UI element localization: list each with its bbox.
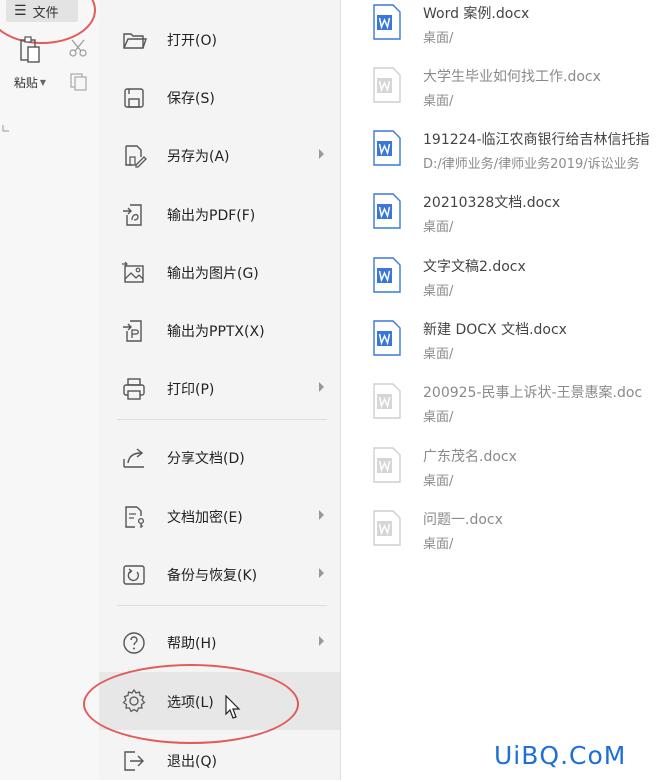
menu-item-share[interactable]: 分享文档(D) bbox=[99, 435, 340, 479]
export-image-icon bbox=[122, 261, 144, 283]
submenu-arrow-icon bbox=[319, 636, 324, 646]
word-doc-icon bbox=[373, 257, 401, 293]
menu-label-share: 分享文档(D) bbox=[167, 451, 245, 467]
menu-item-save[interactable]: 保存(S) bbox=[99, 75, 340, 119]
recent-file-name: 200925-民事上诉状-王景惠案.doc bbox=[423, 385, 643, 401]
print-icon bbox=[123, 378, 145, 400]
menu-label-save: 保存(S) bbox=[167, 91, 215, 107]
recent-file-item[interactable]: 广东茂名.docx 桌面/ bbox=[341, 445, 664, 505]
menu-item-export-pptx[interactable]: 输出为PPTX(X) bbox=[99, 308, 340, 352]
recent-files-list: Word 案例.docx 桌面/ 大学生毕业如何找工作.docx 桌面/ 191… bbox=[341, 0, 664, 780]
recent-file-item[interactable]: 大学生毕业如何找工作.docx 桌面/ bbox=[341, 65, 664, 125]
recent-file-name: 新建 DOCX 文档.docx bbox=[423, 322, 567, 338]
recent-file-item[interactable]: 文字文稿2.docx 桌面/ bbox=[341, 255, 664, 315]
menu-label-save-as: 另存为(A) bbox=[167, 149, 230, 165]
help-icon bbox=[123, 632, 145, 654]
submenu-arrow-icon bbox=[319, 382, 324, 392]
recent-file-name: 问题一.docx bbox=[423, 512, 503, 528]
menu-item-print[interactable]: 打印(P) bbox=[99, 366, 340, 410]
menu-label-backup: 备份与恢复(K) bbox=[167, 568, 258, 584]
recent-file-path: 桌面/ bbox=[423, 347, 454, 362]
recent-file-item[interactable]: 新建 DOCX 文档.docx 桌面/ bbox=[341, 318, 664, 378]
encrypt-icon bbox=[125, 506, 145, 528]
word-doc-faded-icon bbox=[373, 447, 401, 483]
recent-file-item[interactable]: 问题一.docx 桌面/ bbox=[341, 508, 664, 568]
word-doc-icon bbox=[373, 320, 401, 356]
file-dropdown-menu: 打开(O) 保存(S) 另存为(A) 输出为PDF(F) 输出为图片(G) 输出… bbox=[99, 0, 341, 780]
submenu-arrow-icon bbox=[319, 510, 324, 520]
export-pptx-icon bbox=[123, 320, 142, 342]
recent-file-name: 广东茂名.docx bbox=[423, 449, 517, 465]
menu-label-export-pptx: 输出为PPTX(X) bbox=[167, 324, 265, 340]
word-doc-faded-icon bbox=[373, 67, 401, 103]
menu-item-help[interactable]: 帮助(H) bbox=[99, 620, 340, 664]
recent-file-name: 191224-临江农商银行给吉林信托指 bbox=[423, 132, 650, 148]
menu-label-open: 打开(O) bbox=[167, 33, 217, 49]
menu-label-encrypt: 文档加密(E) bbox=[167, 510, 243, 526]
word-doc-icon bbox=[373, 130, 401, 166]
recent-file-item[interactable]: 200925-民事上诉状-王景惠案.doc 桌面/ bbox=[341, 381, 664, 441]
menu-label-exit: 退出(Q) bbox=[167, 754, 217, 770]
export-pdf-icon bbox=[123, 204, 142, 226]
corner-mark-icon bbox=[2, 125, 9, 132]
word-doc-icon bbox=[373, 4, 401, 40]
word-doc-faded-icon bbox=[373, 510, 401, 546]
folder-open-icon bbox=[123, 33, 147, 49]
submenu-arrow-icon bbox=[319, 149, 324, 159]
recent-file-path: 桌面/ bbox=[423, 31, 454, 46]
recent-file-path: 桌面/ bbox=[423, 284, 454, 299]
menu-item-export-pdf[interactable]: 输出为PDF(F) bbox=[99, 192, 340, 236]
menu-item-export-image[interactable]: 输出为图片(G) bbox=[99, 250, 340, 294]
menu-divider bbox=[117, 419, 327, 420]
recent-file-path: 桌面/ bbox=[423, 410, 454, 425]
recent-file-item[interactable]: 20210328文档.docx 桌面/ bbox=[341, 191, 664, 251]
word-doc-faded-icon bbox=[373, 383, 401, 419]
menu-divider bbox=[117, 605, 327, 606]
mouse-cursor-icon bbox=[225, 695, 241, 719]
recent-file-name: Word 案例.docx bbox=[423, 6, 530, 22]
menu-label-print: 打印(P) bbox=[167, 382, 215, 398]
recent-file-path: 桌面/ bbox=[423, 537, 454, 552]
recent-file-path: 桌面/ bbox=[423, 474, 454, 489]
share-icon bbox=[123, 448, 144, 468]
paste-icon bbox=[20, 36, 40, 63]
backup-icon bbox=[123, 565, 145, 585]
recent-file-item[interactable]: 191224-临江农商银行给吉林信托指 D:/律师业务/律师业务2019/诉讼业… bbox=[341, 128, 664, 188]
recent-file-path: 桌面/ bbox=[423, 94, 454, 109]
menu-item-open[interactable]: 打开(O) bbox=[99, 17, 340, 61]
submenu-arrow-icon bbox=[319, 568, 324, 578]
menu-item-encrypt[interactable]: 文档加密(E) bbox=[99, 494, 340, 538]
paste-button[interactable]: 粘贴 ▼ bbox=[10, 36, 50, 91]
recent-file-path: 桌面/ bbox=[423, 220, 454, 235]
word-doc-icon bbox=[373, 193, 401, 229]
watermark-text: UiBQ.CoM bbox=[494, 741, 627, 770]
recent-file-name: 20210328文档.docx bbox=[423, 195, 561, 211]
recent-file-path: D:/律师业务/律师业务2019/诉讼业务 bbox=[423, 157, 640, 172]
save-as-icon bbox=[125, 145, 147, 168]
scissors-icon[interactable] bbox=[68, 38, 90, 58]
recent-file-item[interactable]: Word 案例.docx 桌面/ bbox=[341, 2, 664, 62]
paste-label: 粘贴 bbox=[13, 76, 38, 90]
copy-icon[interactable] bbox=[68, 72, 90, 92]
save-icon bbox=[124, 88, 144, 108]
recent-file-name: 文字文稿2.docx bbox=[423, 259, 526, 275]
exit-icon bbox=[124, 751, 144, 771]
menu-item-save-as[interactable]: 另存为(A) bbox=[99, 133, 340, 177]
menu-label-export-pdf: 输出为PDF(F) bbox=[167, 208, 256, 224]
menu-label-help: 帮助(H) bbox=[167, 636, 217, 652]
ribbon-strip: ☰ 文件 粘贴 ▼ bbox=[0, 0, 100, 780]
menu-label-export-image: 输出为图片(G) bbox=[167, 266, 259, 282]
menu-item-backup[interactable]: 备份与恢复(K) bbox=[99, 552, 340, 596]
menu-item-exit[interactable]: 退出(Q) bbox=[99, 738, 340, 782]
annotation-circle-options bbox=[83, 664, 299, 744]
chevron-down-icon: ▼ bbox=[39, 78, 47, 87]
recent-file-name: 大学生毕业如何找工作.docx bbox=[423, 69, 601, 85]
